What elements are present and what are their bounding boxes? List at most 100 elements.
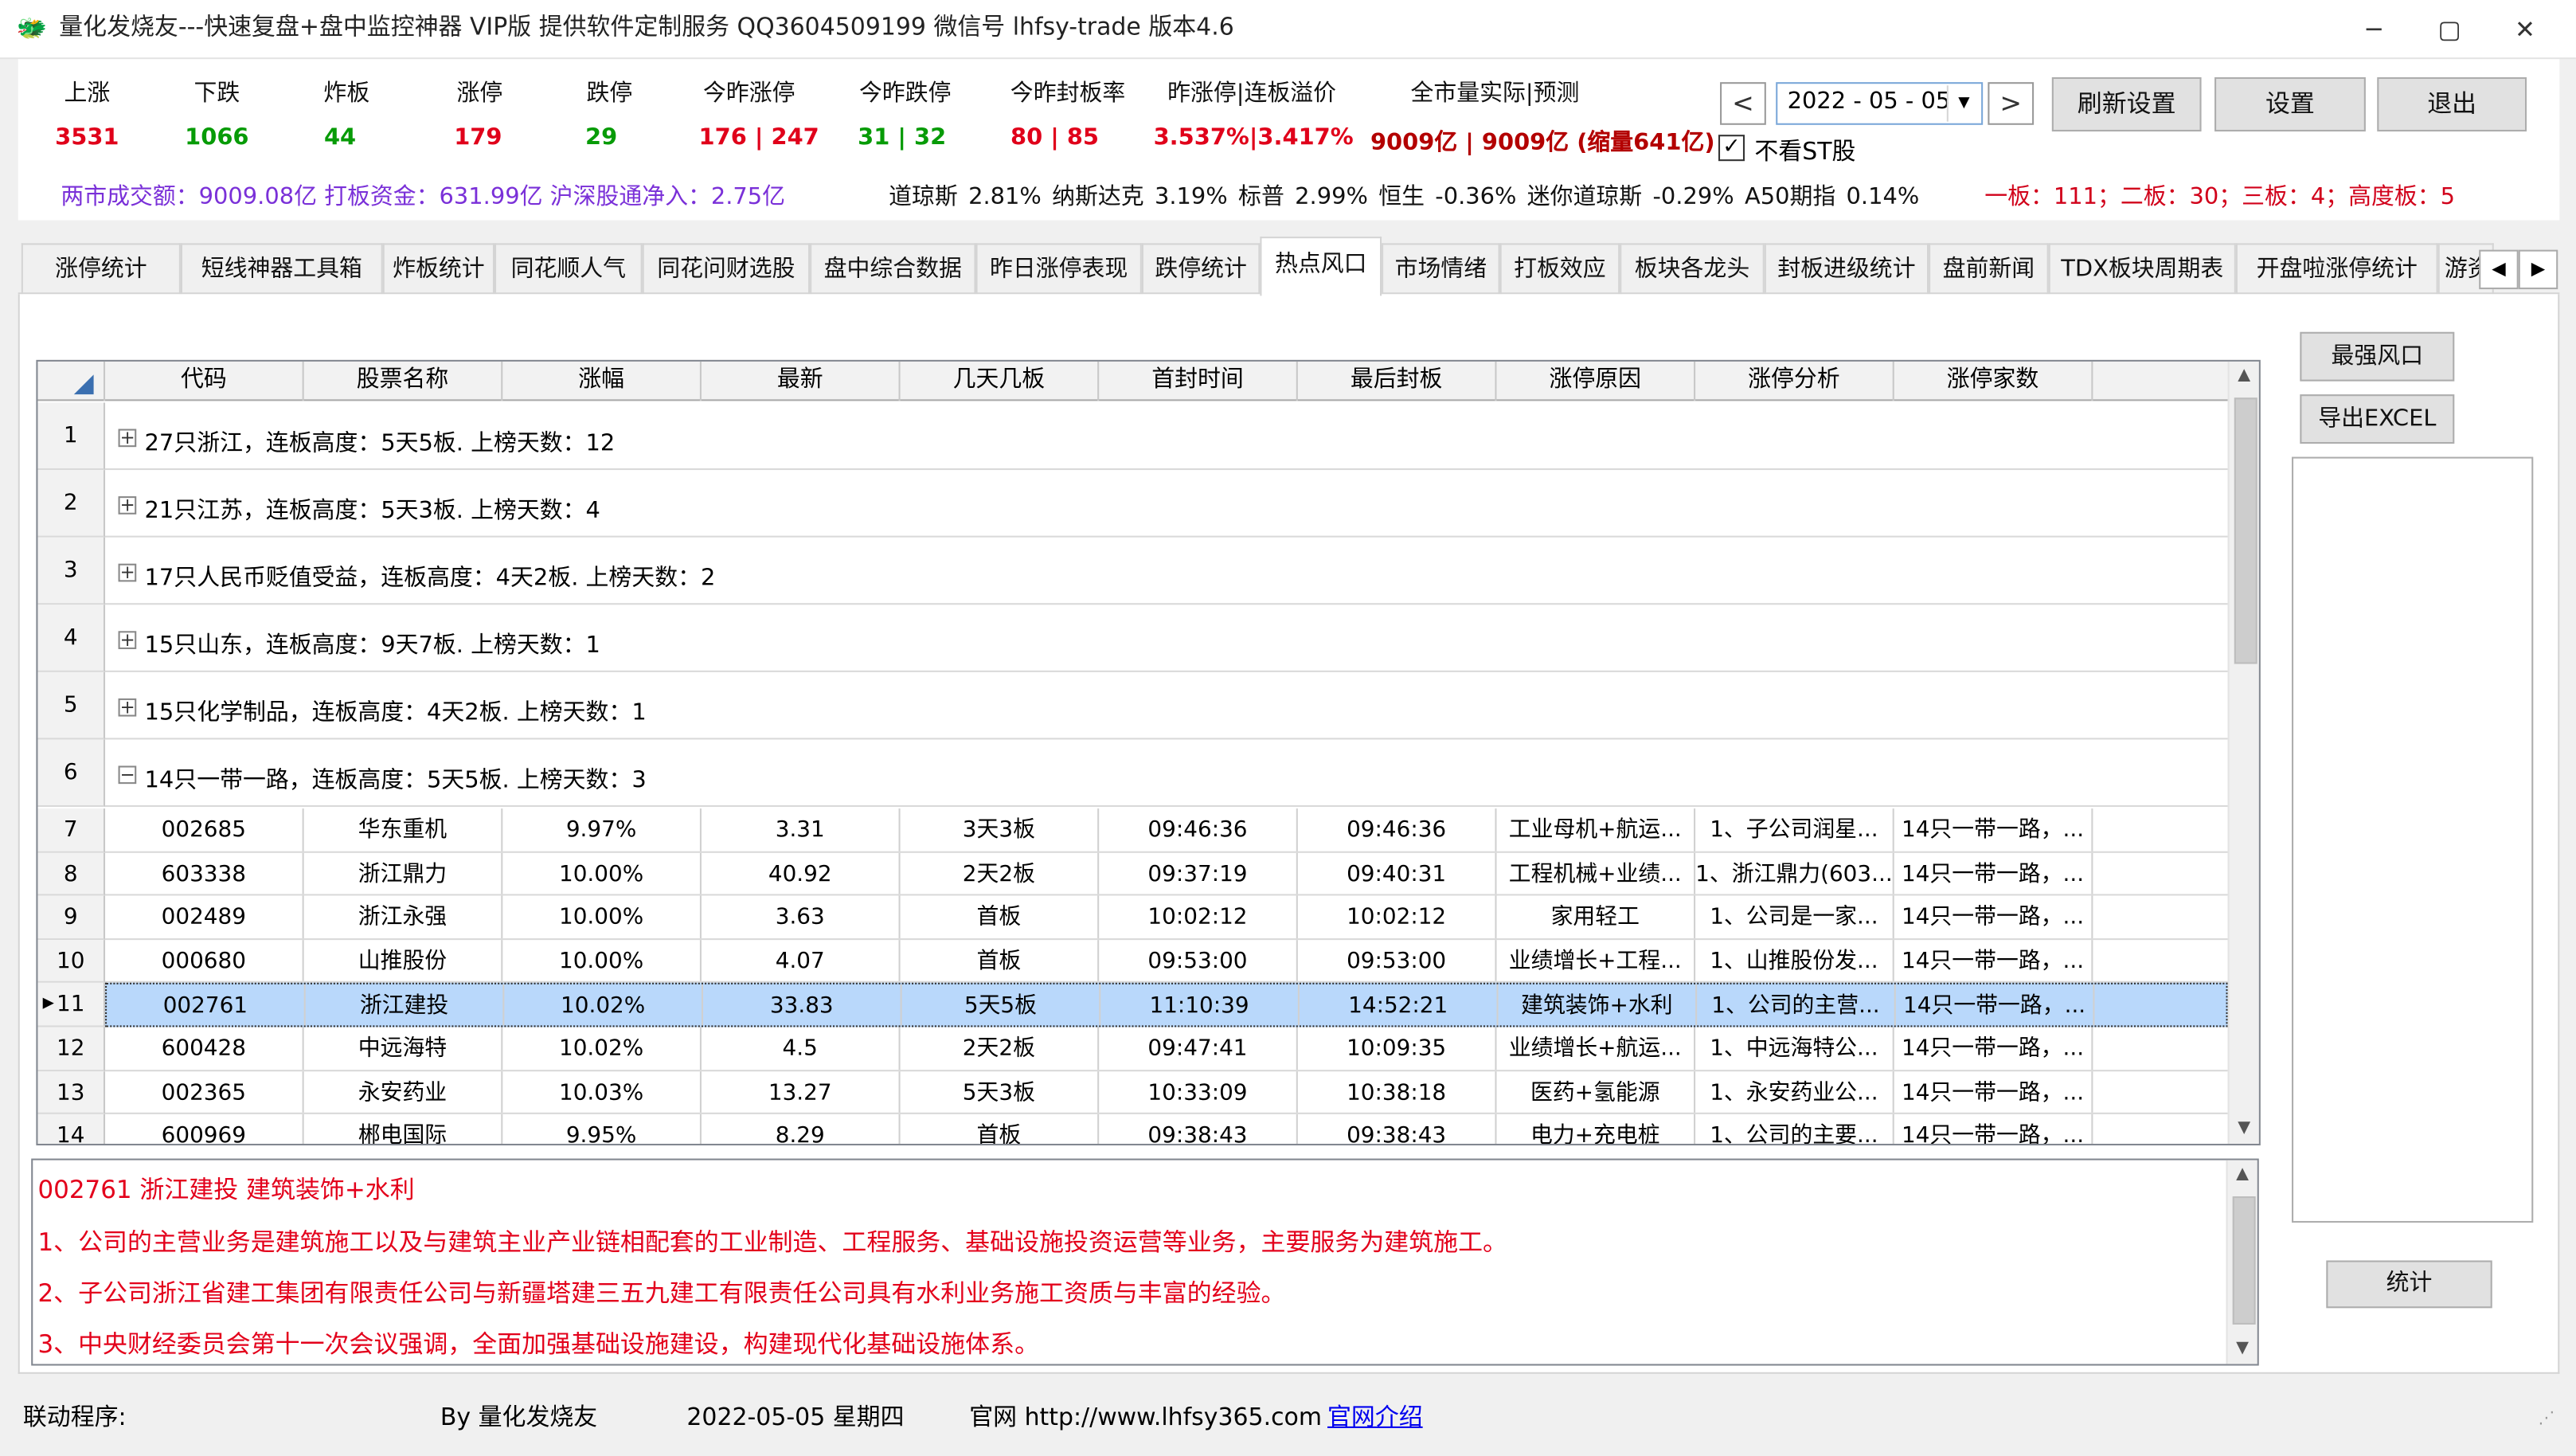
- cell-code: 002761: [107, 984, 306, 1026]
- export-excel-button[interactable]: 导出EXCEL: [2300, 394, 2455, 444]
- col-header-last-seal[interactable]: 最后封板: [1298, 361, 1497, 401]
- app-window: 🐲 量化发烧友---快速复盘+盘中监控神器 VIP版 提供软件定制服务 QQ36…: [0, 0, 2576, 1456]
- tab-kaipanla[interactable]: 开盘啦涨停统计: [2235, 243, 2438, 295]
- table-row[interactable]: 002489 浙江永强 10.00% 3.63 首板 10:02:12 10:02:12 家用…: [105, 895, 2228, 940]
- tab-scroll-right-icon[interactable]: ▶: [2518, 249, 2558, 290]
- grid-scrollbar[interactable]: ▲ ▼: [2227, 361, 2259, 1144]
- side-list[interactable]: [2292, 456, 2534, 1223]
- col-header-analysis[interactable]: 涨停分析: [1695, 361, 1894, 401]
- cell-first-seal: 09:38:43: [1099, 1114, 1298, 1144]
- tab-scroll-left-icon[interactable]: ◀: [2479, 249, 2519, 290]
- maximize-button[interactable]: ▢: [2412, 0, 2488, 59]
- col-header-name[interactable]: 股票名称: [304, 361, 503, 401]
- expand-icon[interactable]: +: [118, 631, 137, 649]
- tab-tdx-cycle[interactable]: TDX板块周期表: [2048, 243, 2236, 295]
- strongest-hotspot-button[interactable]: 最强风口: [2300, 331, 2455, 382]
- hotspot-grid[interactable]: 代码 股票名称 涨幅 最新 几天几板 首封时间 最后封板 涨停原因 涨停分析 涨…: [36, 359, 2261, 1146]
- minimize-button[interactable]: ─: [2336, 0, 2412, 59]
- group-row[interactable]: + 15只化学制品，连板高度：4天2板. 上榜天数：1: [105, 672, 2228, 740]
- chevron-down-icon[interactable]: ▼: [1946, 85, 1980, 122]
- cell-boards: 5天3板: [901, 1070, 1100, 1113]
- expand-icon[interactable]: +: [118, 496, 137, 515]
- stats-button[interactable]: 统计: [2326, 1260, 2492, 1309]
- cell-boards: 首板: [901, 939, 1100, 982]
- table-row[interactable]: 603338 浙江鼎力 10.00% 40.92 2天2板 09:37:19 09:40:3…: [105, 851, 2228, 896]
- tab-limit-up-stats[interactable]: 涨停统计: [21, 243, 181, 295]
- collapse-icon[interactable]: −: [118, 765, 137, 785]
- col-header-change[interactable]: 涨幅: [502, 361, 702, 401]
- no-st-checkbox[interactable]: ✓: [1718, 135, 1745, 162]
- stat-value-limit-down-compare: 31 | 32: [858, 124, 947, 151]
- scroll-down-icon[interactable]: ▼: [2230, 1114, 2259, 1144]
- date-picker[interactable]: 2022 - 05 - 05 ▼: [1776, 82, 1984, 125]
- cell-boards: 首板: [901, 1114, 1100, 1144]
- cell-first-seal: 09:47:41: [1099, 1027, 1298, 1070]
- tab-yesterday-performance[interactable]: 昨日涨停表现: [975, 243, 1142, 295]
- group-row[interactable]: − 14只一带一路，连板高度：5天5板. 上榜天数：3: [105, 739, 2228, 808]
- col-header-code[interactable]: 代码: [105, 361, 304, 401]
- row-number: 9: [37, 895, 106, 940]
- tab-sector-leaders[interactable]: 板块各龙头: [1620, 243, 1765, 295]
- cell-code: 002365: [105, 1070, 304, 1113]
- stat-label-limit-up: 涨停: [456, 80, 503, 108]
- tab-limit-down-stats[interactable]: 跌停统计: [1141, 243, 1261, 295]
- detail-scrollbar[interactable]: ▲ ▼: [2226, 1160, 2257, 1364]
- row-number: 5: [37, 671, 106, 740]
- resize-grip-icon[interactable]: ⋰: [2538, 1410, 2555, 1428]
- cell-price: 33.83: [703, 984, 902, 1026]
- group-row[interactable]: + 15只山东，连板高度：9天7板. 上榜天数：1: [105, 605, 2228, 672]
- expand-icon[interactable]: +: [118, 564, 137, 582]
- tab-wencai[interactable]: 同花问财选股: [642, 243, 811, 295]
- cell-last-seal: 09:40:31: [1298, 851, 1497, 894]
- no-st-label: 不看ST股: [1754, 139, 1856, 166]
- scroll-down-icon[interactable]: ▼: [2228, 1334, 2257, 1364]
- cell-analysis: 1、山推股份发...: [1695, 939, 1894, 982]
- scroll-up-icon[interactable]: ▲: [2228, 1160, 2257, 1190]
- select-all-corner[interactable]: [37, 361, 106, 401]
- refresh-settings-button[interactable]: 刷新设置: [2051, 76, 2202, 132]
- tab-hot-spots[interactable]: 热点风口: [1260, 237, 1382, 296]
- tab-toolbox[interactable]: 短线神器工具箱: [180, 243, 383, 295]
- group-row[interactable]: + 17只人民币贬值受益，连板高度：4天2板. 上榜天数：2: [105, 538, 2228, 605]
- scroll-thumb[interactable]: [2234, 397, 2257, 664]
- cell-analysis: 1、子公司润星...: [1695, 808, 1894, 851]
- table-row[interactable]: 600969 郴电国际 9.95% 8.29 首板 09:38:43 09:38:43 电力+…: [105, 1114, 2228, 1144]
- col-header-count[interactable]: 涨停家数: [1894, 361, 2093, 401]
- group-row[interactable]: + 27只浙江，连板高度：5天5板. 上榜天数：12: [105, 402, 2228, 471]
- tab-sentiment[interactable]: 市场情绪: [1382, 243, 1500, 295]
- table-row[interactable]: 600428 中远海特 10.02% 4.5 2天2板 09:47:41 10:09:35 业…: [105, 1027, 2228, 1071]
- table-row[interactable]: 000680 山推股份 10.00% 4.07 首板 09:53:00 09:53:00 业绩…: [105, 939, 2228, 984]
- cell-last-seal: 09:46:36: [1298, 808, 1497, 851]
- detail-panel[interactable]: 002761 浙江建投 建筑装饰+水利 1、公司的主营业务是建筑施工以及与建筑主…: [31, 1158, 2259, 1366]
- table-row[interactable]: 002685 华东重机 9.97% 3.31 3天3板 09:46:36 09:46:36 工…: [105, 808, 2228, 852]
- expand-icon[interactable]: +: [118, 429, 137, 448]
- prev-date-button[interactable]: <: [1720, 82, 1766, 125]
- settings-button[interactable]: 设置: [2214, 76, 2366, 132]
- cell-name: 山推股份: [304, 939, 503, 982]
- tab-broken-stats[interactable]: 炸板统计: [382, 243, 494, 295]
- stat-label-up: 上涨: [64, 80, 111, 108]
- group-row[interactable]: + 21只江苏，连板高度：5天3板. 上榜天数：4: [105, 470, 2228, 538]
- website-intro-link[interactable]: 官网介绍: [1327, 1399, 1423, 1433]
- tab-intraday-data[interactable]: 盘中综合数据: [810, 243, 976, 295]
- next-date-button[interactable]: >: [1988, 82, 2035, 125]
- table-row-selected[interactable]: 002761 浙江建投 10.02% 33.83 5天5板 11:10:39 14:52:2…: [105, 983, 2228, 1027]
- stat-label-down: 下跌: [193, 80, 240, 108]
- tab-promotion-stats[interactable]: 封板进级统计: [1764, 243, 1929, 295]
- table-row[interactable]: 002365 永安药业 10.03% 13.27 5天3板 10:33:09 10:38:1…: [105, 1070, 2228, 1115]
- close-button[interactable]: ✕: [2488, 0, 2563, 59]
- tab-board-effect[interactable]: 打板效应: [1499, 243, 1620, 295]
- scroll-thumb[interactable]: [2232, 1196, 2256, 1325]
- row-number: 4: [37, 605, 106, 672]
- tab-premarket-news[interactable]: 盘前新闻: [1929, 243, 2049, 295]
- stat-value-premium: 3.537%|3.417%: [1153, 124, 1354, 151]
- col-header-boards[interactable]: 几天几板: [901, 361, 1100, 401]
- col-header-price[interactable]: 最新: [702, 361, 901, 401]
- tab-ths-popularity[interactable]: 同花顺人气: [494, 243, 643, 295]
- col-header-first-seal[interactable]: 首封时间: [1099, 361, 1298, 401]
- linked-program-label: 联动程序:: [22, 1405, 127, 1432]
- scroll-up-icon[interactable]: ▲: [2230, 362, 2259, 391]
- expand-icon[interactable]: +: [118, 698, 137, 717]
- col-header-reason[interactable]: 涨停原因: [1496, 361, 1696, 401]
- exit-button[interactable]: 退出: [2377, 76, 2527, 132]
